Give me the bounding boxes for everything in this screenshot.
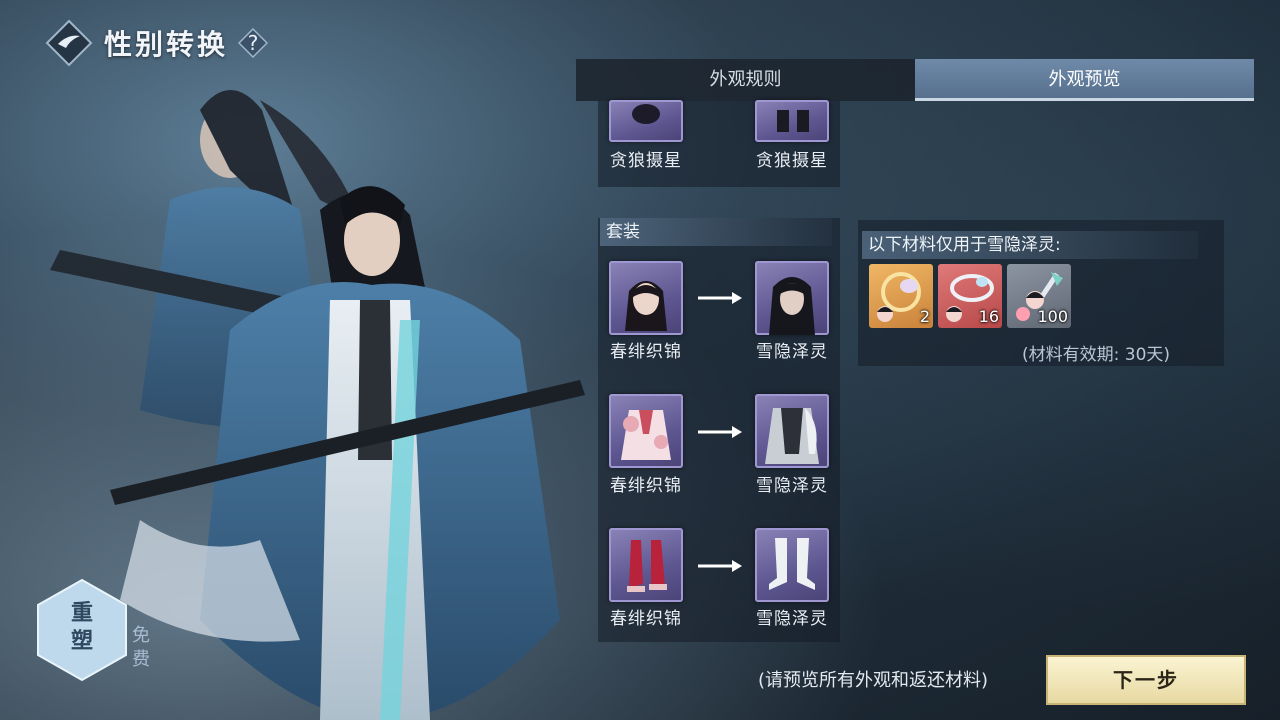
next-step-button[interactable]: 下一步 <box>1046 655 1246 705</box>
preview-hint-text: (请预览所有外观和返还材料) <box>758 670 989 691</box>
page-title: 性别转换 <box>104 28 229 61</box>
reshape-label: 重 塑 <box>70 601 93 654</box>
outfit-to-card-3[interactable] <box>755 528 829 602</box>
material-card-3[interactable]: 100 <box>1007 264 1071 328</box>
material-card-1[interactable]: 2 <box>869 264 933 328</box>
top-item-from-label: 贪狼摄星 <box>610 151 682 171</box>
top-item-to-label: 贪狼摄星 <box>756 151 828 171</box>
material-validity-text: (材料有效期: 30天) <box>1022 345 1171 365</box>
free-label: 免 费 <box>132 625 150 670</box>
back-arrow-icon <box>45 19 93 67</box>
material-count-3: 100 <box>1037 307 1068 326</box>
shoes-icon <box>777 110 809 132</box>
top-item-from-card[interactable] <box>609 100 683 142</box>
boots-red-icon <box>627 540 667 592</box>
arrow-right-icon <box>698 292 742 304</box>
materials-header: 以下材料仅用于雪隐泽灵: <box>862 231 1198 259</box>
outfit-to-label-2: 雪隐泽灵 <box>756 476 828 496</box>
outfit-from-card-2[interactable] <box>609 394 683 468</box>
material-count-1: 2 <box>919 307 930 326</box>
face-portrait-male-icon <box>769 277 815 335</box>
help-button[interactable]: ? <box>237 27 269 59</box>
hair-accessory-icon <box>632 104 660 124</box>
material-card-2[interactable]: 16 <box>938 264 1002 328</box>
robe-grey-icon <box>765 408 819 464</box>
top-item-to-card[interactable] <box>755 100 829 142</box>
outfit-from-label-2: 春绯织锦 <box>610 476 682 496</box>
outfit-to-card-2[interactable] <box>755 394 829 468</box>
help-symbol: ? <box>247 31 259 55</box>
outfit-from-card-1[interactable] <box>609 261 683 335</box>
boots-white-icon <box>769 538 815 590</box>
tab-appearance-rules[interactable]: 外观规则 <box>576 59 915 101</box>
tab-bar: 外观规则 外观预览 <box>576 59 1254 101</box>
reshape-badge: 重 塑 免 费 <box>36 578 166 698</box>
outfit-to-label-3: 雪隐泽灵 <box>756 609 828 629</box>
arrow-right-icon <box>698 560 742 572</box>
face-portrait-female-icon <box>625 281 667 331</box>
material-count-2: 16 <box>978 307 999 326</box>
back-button[interactable] <box>44 18 94 68</box>
outfit-from-label-1: 春绯织锦 <box>610 342 682 362</box>
outfit-from-card-3[interactable] <box>609 528 683 602</box>
outfit-to-label-1: 雪隐泽灵 <box>756 342 828 362</box>
outfit-from-label-3: 春绯织锦 <box>610 609 682 629</box>
robe-pink-icon <box>621 410 671 460</box>
tab-appearance-preview[interactable]: 外观预览 <box>915 59 1254 101</box>
outfit-to-card-1[interactable] <box>755 261 829 335</box>
outfit-section-header: 套装 <box>600 218 832 246</box>
title-bar: 性别转换 ? <box>44 18 269 68</box>
arrow-right-icon <box>698 426 742 438</box>
